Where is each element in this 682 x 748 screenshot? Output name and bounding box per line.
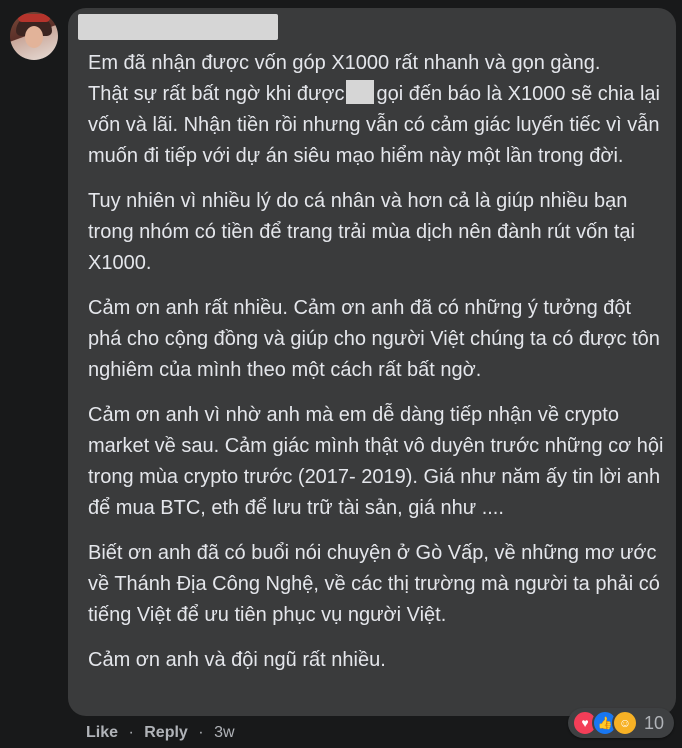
avatar-face <box>25 26 43 48</box>
care-icon: ☺ <box>612 710 638 736</box>
redacted-author-name[interactable] <box>78 14 278 40</box>
comment-body: Em đã nhận được vốn góp X1000 rất nhanh … <box>88 48 668 690</box>
action-separator: · <box>198 724 204 741</box>
comment-paragraph-6: Cảm ơn anh và đội ngũ rất nhiều. <box>88 649 386 671</box>
reactions-summary[interactable]: ♥ 👍 ☺ 10 <box>568 708 675 738</box>
avatar-hat <box>18 14 50 22</box>
comment-timestamp[interactable]: 3w <box>214 724 234 741</box>
comment-paragraph-5: Biết ơn anh đã có buổi nói chuyện ở Gò V… <box>88 542 660 626</box>
reply-button[interactable]: Reply <box>144 724 188 741</box>
paragraph-1-line-1: Em đã nhận được vốn góp X1000 rất nhanh … <box>88 52 601 74</box>
comment-paragraph-4: Cảm ơn anh vì nhờ anh mà em dễ dàng tiếp… <box>88 404 664 519</box>
like-button[interactable]: Like <box>86 724 118 741</box>
comment-view: Em đã nhận được vốn góp X1000 rất nhanh … <box>0 0 682 748</box>
comment-actions: Like · Reply · 3w <box>86 724 235 742</box>
comment-bubble: Em đã nhận được vốn góp X1000 rất nhanh … <box>68 8 676 716</box>
comment-paragraph-2: Tuy nhiên vì nhiều lý do cá nhân và hơn … <box>88 190 636 274</box>
paragraph-1-text-a: Thật sự rất bất ngờ khi được <box>88 83 345 105</box>
reaction-count: 10 <box>644 712 665 733</box>
action-separator: · <box>128 724 134 741</box>
comment-paragraph-1: Em đã nhận được vốn góp X1000 rất nhanh … <box>88 48 668 172</box>
comment-paragraph-3: Cảm ơn anh rất nhiều. Cảm ơn anh đã có n… <box>88 297 660 381</box>
avatar[interactable] <box>10 12 58 60</box>
redacted-inline-name <box>346 80 375 104</box>
